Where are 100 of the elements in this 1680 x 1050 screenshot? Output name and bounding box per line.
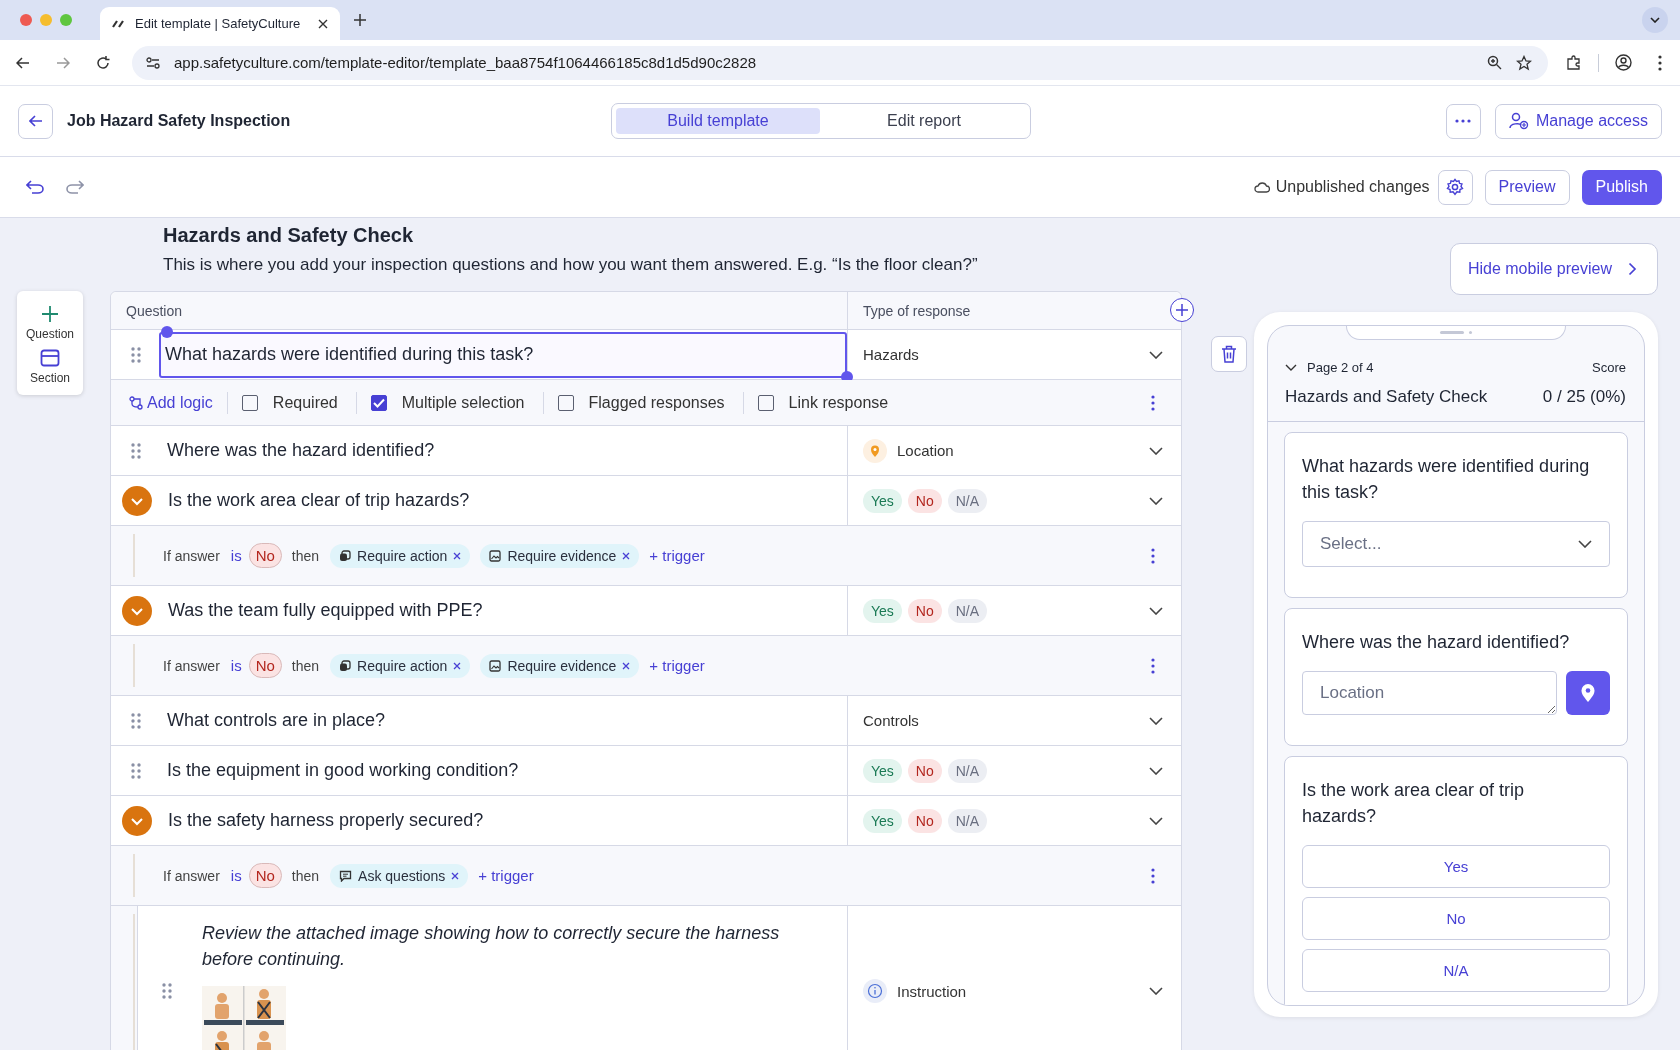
remove-icon[interactable] [622, 551, 631, 560]
location-field[interactable]: Location [1302, 671, 1557, 715]
add-trigger-link[interactable]: + trigger [478, 867, 534, 884]
url-field[interactable]: app.safetyculture.com/template-editor/template_baa8754f1064466185c8d1d5d90c2828 [174, 54, 757, 71]
drag-handle-icon[interactable] [131, 712, 141, 729]
operator-link[interactable]: is [230, 867, 242, 884]
question-text[interactable]: Is the safety harness properly secured? [162, 798, 847, 843]
response-type-dropdown[interactable]: Yes No N/A [847, 796, 1181, 845]
more-icon[interactable] [1658, 54, 1662, 71]
condition-label: If answer [163, 547, 220, 564]
drag-handle-icon[interactable] [131, 346, 141, 363]
option-label[interactable]: Link response [788, 393, 889, 412]
add-trigger-link[interactable]: + trigger [649, 657, 705, 674]
browser-tab[interactable]: Edit template | SafetyCulture [100, 7, 340, 40]
remove-icon[interactable] [451, 871, 460, 880]
question-text[interactable]: Where was the hazard identified? [161, 428, 847, 473]
tab-list-button[interactable] [1642, 7, 1668, 33]
add-logic-button[interactable]: Add logic [129, 393, 213, 412]
more-icon[interactable] [1151, 547, 1155, 564]
close-icon[interactable] [318, 18, 328, 29]
operator-link[interactable]: is [230, 547, 242, 564]
checkbox[interactable] [757, 394, 774, 411]
add-button[interactable] [1170, 298, 1194, 322]
section-description[interactable]: This is where you add your inspection questions and how you want them answered. E.g. “Is the floor clean?” [163, 254, 1240, 276]
trigger-chip[interactable]: Require evidence [480, 653, 640, 678]
delete-button[interactable] [1211, 336, 1247, 372]
answer-chip[interactable]: No [248, 863, 282, 888]
location-button[interactable] [1566, 671, 1610, 715]
remove-icon[interactable] [453, 661, 462, 670]
mode-tab[interactable]: Edit report [822, 108, 1026, 134]
drag-handle-icon[interactable] [131, 442, 141, 459]
collapse-toggle-icon[interactable] [122, 595, 152, 626]
checkbox[interactable] [557, 394, 574, 411]
response-type-dropdown[interactable]: Yes No N/A [847, 746, 1181, 795]
zoom-icon[interactable] [1487, 55, 1502, 70]
response-type-dropdown[interactable]: Hazards [847, 330, 1181, 379]
chevron-down-icon [1149, 716, 1163, 725]
profile-icon[interactable] [1615, 54, 1632, 71]
response-type-dropdown[interactable]: Yes No N/A [847, 586, 1181, 635]
option-label[interactable]: Required [272, 393, 338, 412]
back-arrow-icon [28, 115, 43, 127]
mode-tab[interactable]: Build template [616, 108, 820, 134]
remove-icon[interactable] [453, 551, 462, 560]
trigger-chip[interactable]: Require action [330, 543, 471, 568]
option-label[interactable]: Flagged responses [588, 393, 725, 412]
question-text[interactable]: Is the equipment in good working condition? [161, 748, 847, 793]
question-text[interactable]: Is the work area clear of trip hazards? [162, 478, 847, 523]
more-icon[interactable] [1151, 867, 1155, 884]
new-tab-icon[interactable] [354, 14, 366, 26]
more-icon[interactable] [1151, 657, 1155, 674]
remove-icon[interactable] [622, 661, 631, 670]
collapse-toggle-icon[interactable] [122, 485, 152, 516]
instruction-text[interactable]: Review the attached image showing how to correctly secure the harness before continuing. [202, 920, 812, 972]
image-icon [489, 549, 502, 562]
add-trigger-link[interactable]: + trigger [649, 547, 705, 564]
trigger-chip[interactable]: Require action [330, 653, 471, 678]
section-title[interactable]: Hazards and Safety Check [163, 222, 1240, 248]
answer-button[interactable]: N/A [1302, 949, 1610, 992]
star-icon[interactable] [1516, 54, 1532, 71]
option-label[interactable]: Multiple selection [401, 393, 525, 412]
drag-handle-icon[interactable] [162, 983, 172, 999]
trigger-chip[interactable]: Ask questions [330, 863, 469, 888]
response-type-dropdown[interactable]: Location [847, 426, 1181, 475]
response-type-dropdown[interactable]: Controls [847, 696, 1181, 745]
location-pin-icon [1580, 683, 1596, 703]
checkbox[interactable] [370, 394, 387, 411]
manage-access-button[interactable]: Manage access [1494, 103, 1662, 139]
condition-label: If answer [163, 867, 220, 884]
response-type-dropdown[interactable]: Yes No N/A [847, 476, 1181, 525]
close-window-icon[interactable] [20, 14, 32, 26]
extensions-icon[interactable] [1566, 54, 1582, 71]
preview-button[interactable]: Preview [1484, 169, 1570, 205]
checkbox[interactable] [241, 394, 258, 411]
back-button[interactable] [18, 103, 53, 139]
select-dropdown[interactable]: Select... [1302, 521, 1610, 567]
answer-chip[interactable]: No [248, 543, 282, 568]
more-icon[interactable] [1151, 394, 1155, 411]
add-item-button[interactable]: Question [17, 303, 83, 343]
answer-button[interactable]: Yes [1302, 845, 1610, 888]
answer-chip[interactable]: No [248, 653, 282, 678]
site-settings-icon[interactable] [146, 56, 160, 69]
page-indicator[interactable]: Page 2 of 4 [1285, 360, 1374, 375]
question-field[interactable]: What hazards were identified during this task? [159, 331, 847, 378]
drag-handle-icon[interactable] [131, 762, 141, 779]
settings-button[interactable] [1437, 169, 1473, 205]
question-text[interactable]: What controls are in place? [161, 698, 847, 743]
trigger-chip[interactable]: Require evidence [480, 543, 640, 568]
question-text[interactable]: Was the team fully equipped with PPE? [162, 588, 847, 633]
collapse-toggle-icon[interactable] [122, 805, 152, 836]
back-icon[interactable] [16, 56, 30, 69]
reload-icon[interactable] [96, 55, 110, 70]
undo-icon[interactable] [26, 180, 44, 194]
answer-button[interactable]: No [1302, 897, 1610, 940]
hide-mobile-preview-button[interactable]: Hide mobile preview [1449, 243, 1658, 295]
redo-icon[interactable] [66, 180, 84, 194]
add-item-button[interactable]: Section [17, 347, 83, 387]
response-type-dropdown[interactable]: Instruction [847, 906, 1181, 1050]
forward-icon[interactable] [56, 56, 70, 69]
operator-link[interactable]: is [230, 657, 242, 674]
publish-button[interactable]: Publish [1581, 169, 1662, 205]
